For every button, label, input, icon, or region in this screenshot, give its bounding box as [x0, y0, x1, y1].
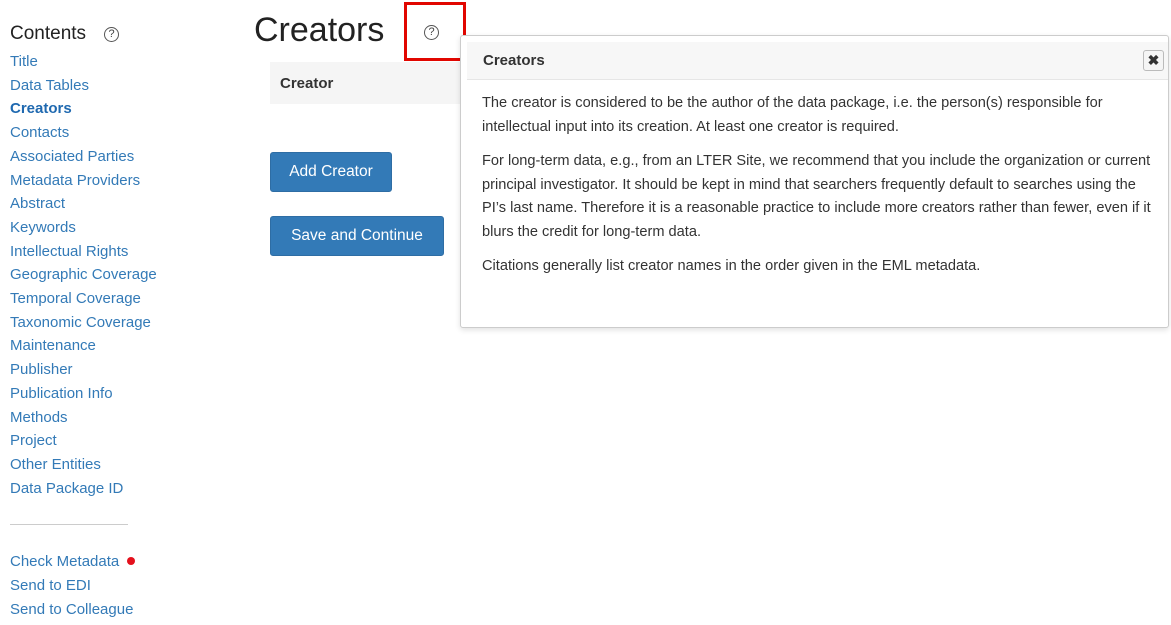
page-title: Creators [254, 11, 385, 49]
check-metadata-link[interactable]: Check Metadata [10, 550, 200, 574]
action-list: Check Metadata Send to EDI Send to Colle… [10, 550, 200, 621]
creator-table-header: Creator [270, 62, 460, 104]
status-dot-icon [127, 557, 136, 566]
sidebar-header: Contents ? [10, 22, 200, 46]
sidebar-item-project[interactable]: Project [10, 429, 200, 453]
check-metadata-label: Check Metadata [10, 553, 120, 571]
highlight-box [404, 2, 466, 61]
sidebar-divider [10, 524, 128, 526]
send-to-colleague-link[interactable]: Send to Colleague [10, 598, 200, 622]
sidebar-item-metadata-providers[interactable]: Metadata Providers [10, 169, 200, 193]
add-creator-button[interactable]: Add Creator [270, 152, 392, 192]
sidebar-item-temporal-coverage[interactable]: Temporal Coverage [10, 287, 200, 311]
sidebar-title: Contents [10, 23, 87, 44]
popover-body: The creator is considered to be the auth… [482, 92, 1158, 290]
sidebar-item-creators[interactable]: Creators [10, 97, 200, 121]
sidebar-item-geographic-coverage[interactable]: Geographic Coverage [10, 263, 200, 287]
sidebar-item-intellectual-rights[interactable]: Intellectual Rights [10, 240, 200, 264]
popover-paragraph: For long-term data, e.g., from an LTER S… [482, 153, 1151, 240]
sidebar-item-title[interactable]: Title [10, 50, 200, 74]
page: Contents ? Title Data Tables Creators Co… [0, 0, 1171, 625]
popover-header: Creators ✖ [467, 42, 1168, 80]
popover-title: Creators [483, 52, 545, 69]
help-icon[interactable]: ? [104, 26, 120, 42]
sidebar-item-data-tables[interactable]: Data Tables [10, 74, 200, 98]
save-and-continue-button[interactable]: Save and Continue [270, 216, 444, 256]
sidebar-item-publisher[interactable]: Publisher [10, 358, 200, 382]
popover-paragraph: The creator is considered to be the auth… [482, 95, 1103, 135]
sidebar-item-keywords[interactable]: Keywords [10, 216, 200, 240]
popover-paragraph: Citations generally list creator names i… [482, 258, 981, 274]
sidebar-item-methods[interactable]: Methods [10, 406, 200, 430]
help-popover: Creators ✖ The creator is considered to … [460, 35, 1169, 328]
sidebar-item-publication-info[interactable]: Publication Info [10, 382, 200, 406]
nav-list: Title Data Tables Creators Contacts Asso… [10, 50, 200, 500]
sidebar: Contents ? Title Data Tables Creators Co… [10, 22, 200, 621]
sidebar-item-associated-parties[interactable]: Associated Parties [10, 145, 200, 169]
sidebar-item-taxonomic-coverage[interactable]: Taxonomic Coverage [10, 311, 200, 335]
close-icon[interactable]: ✖ [1143, 50, 1164, 71]
sidebar-item-abstract[interactable]: Abstract [10, 192, 200, 216]
sidebar-item-maintenance[interactable]: Maintenance [10, 334, 200, 358]
send-to-edi-link[interactable]: Send to EDI [10, 574, 200, 598]
sidebar-item-data-package-id[interactable]: Data Package ID [10, 477, 200, 501]
sidebar-item-other-entities[interactable]: Other Entities [10, 453, 200, 477]
sidebar-item-contacts[interactable]: Contacts [10, 121, 200, 145]
